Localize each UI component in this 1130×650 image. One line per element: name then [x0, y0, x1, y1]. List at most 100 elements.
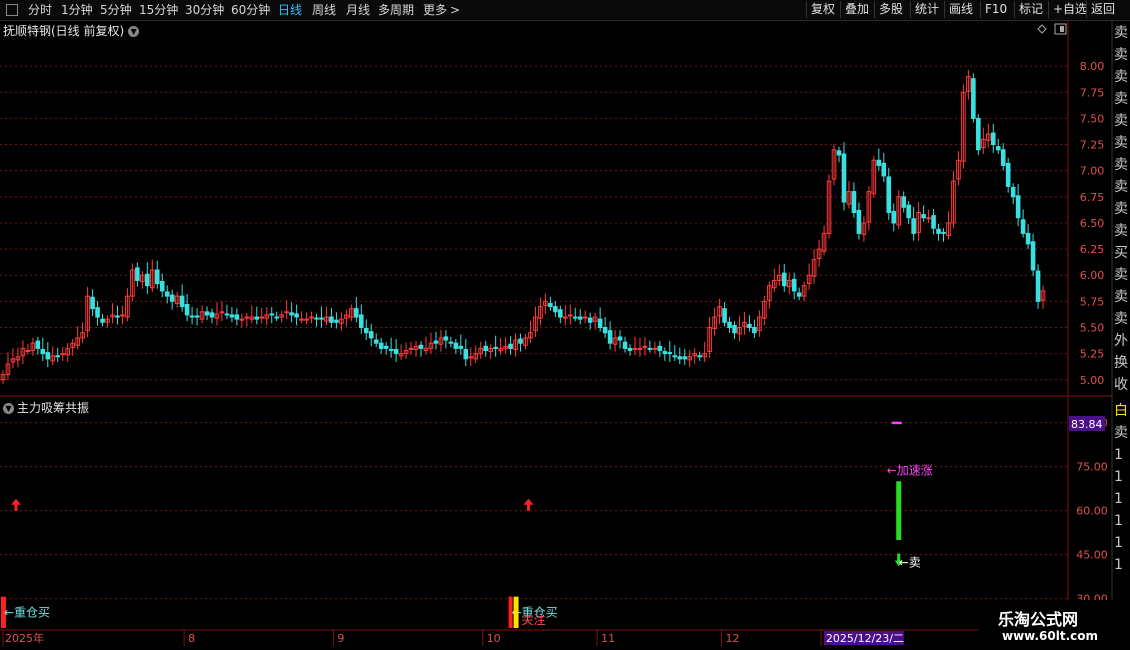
- candle-body: [354, 308, 359, 318]
- candle-body: [836, 150, 842, 156]
- candle-body: [682, 356, 688, 360]
- watch-label: 关注: [522, 612, 546, 627]
- candle-body: [314, 317, 319, 320]
- y-tick-label: 5.25: [1080, 348, 1105, 361]
- candle-body: [1005, 162, 1011, 187]
- candle-body: [95, 307, 100, 318]
- candle-body: [25, 350, 31, 352]
- candle-body: [881, 162, 887, 177]
- candle-body: [100, 318, 105, 323]
- candle-body: [448, 341, 454, 344]
- candle-body: [135, 267, 140, 281]
- candle-body: [876, 159, 882, 166]
- candle-body: [841, 153, 847, 203]
- candle-body: [90, 296, 95, 310]
- candle-body: [752, 327, 757, 334]
- candle-body: [159, 281, 165, 292]
- candle-body: [274, 316, 279, 319]
- candle-body: [672, 355, 678, 358]
- candle-body: [602, 327, 608, 334]
- candle-body: [373, 339, 379, 344]
- strip-indicator-char: 白: [1114, 403, 1128, 419]
- price-chart[interactable]: 8.00 7.75 7.50 7.25 7.00 6.75 6.50 6.25 6.00 5.75…: [0, 0, 1130, 650]
- candle-body: [941, 231, 946, 234]
- right-info-strip: 卖卖卖卖卖卖卖卖卖卖买卖卖卖外换收白卖111111: [1114, 22, 1130, 632]
- accel-label: ←加速涨: [887, 463, 933, 478]
- strip-char: 卖: [1114, 267, 1128, 283]
- candle-body: [886, 176, 892, 213]
- candle-body: [483, 345, 488, 351]
- x-tick-label: 11: [601, 632, 615, 645]
- candle-body: [209, 312, 215, 318]
- strip-char: 外: [1114, 333, 1128, 349]
- candle-body: [921, 214, 926, 219]
- watermark-logo: 乐淘公式网 www.60lt.com: [978, 600, 1130, 650]
- y-tick-label: 7.00: [1080, 165, 1105, 178]
- candle-body: [393, 348, 399, 355]
- strip-char: 卖: [1114, 289, 1128, 305]
- strip-char: 卖: [1114, 311, 1128, 327]
- candle-body: [299, 318, 304, 321]
- strip-char: 卖: [1114, 25, 1128, 41]
- candle-body: [463, 348, 469, 360]
- candle-body: [657, 345, 663, 351]
- candle-body: [632, 347, 638, 350]
- candle-body: [289, 312, 294, 316]
- strip-char: 卖: [1114, 113, 1128, 129]
- strip-char: 卖: [1114, 69, 1128, 85]
- candle-body: [204, 311, 210, 316]
- indicator-y-tick-label: 45.00: [1076, 549, 1108, 562]
- y-tick-label: 6.00: [1080, 269, 1105, 282]
- candle-body: [652, 347, 658, 350]
- candle-body: [224, 313, 230, 316]
- up-arrow-icon: [523, 498, 534, 511]
- candle-body: [697, 355, 702, 358]
- candle-body: [781, 272, 787, 287]
- candle-body: [408, 347, 414, 350]
- current-value-text: 83.84: [1071, 418, 1103, 431]
- watermark-url: www.60lt.com: [1002, 629, 1099, 643]
- candle-body: [548, 302, 553, 308]
- strip-indicator-char: 1: [1114, 491, 1123, 507]
- candle-body: [662, 351, 668, 355]
- x-tick-label: 12: [726, 632, 740, 645]
- y-tick-label: 6.25: [1080, 243, 1105, 256]
- candle-body: [647, 347, 653, 350]
- candle-body: [309, 316, 314, 319]
- candle-body: [493, 346, 498, 349]
- strip-char: 卖: [1114, 157, 1128, 173]
- candle-body: [732, 324, 737, 334]
- candle-body: [458, 345, 464, 349]
- candle-body: [856, 209, 862, 234]
- strip-indicator-char: 1: [1114, 447, 1123, 463]
- candle-body: [294, 313, 299, 318]
- x-tick-label: 8: [188, 632, 195, 645]
- candle-body: [189, 315, 195, 318]
- candle-body: [617, 336, 623, 341]
- candle-body: [378, 342, 384, 349]
- diamond-icon[interactable]: [1037, 24, 1047, 34]
- candle-body: [597, 318, 603, 328]
- candle-body: [368, 331, 374, 339]
- strip-char: 卖: [1114, 201, 1128, 217]
- candle-body: [35, 340, 41, 349]
- cursor-date-text: 2025/12/23/二: [826, 632, 904, 645]
- candle-body: [572, 316, 578, 319]
- candle-body: [1030, 241, 1036, 271]
- candle-body: [45, 352, 51, 360]
- candle-body: [234, 314, 240, 320]
- up-arrow-icon: [10, 498, 21, 511]
- x-tick-label: 2025年: [5, 631, 44, 645]
- candle-body: [1000, 149, 1006, 166]
- candle-body: [587, 317, 593, 323]
- candle-body: [1025, 232, 1031, 245]
- candle-body: [55, 355, 61, 358]
- buy-label: ←重仓买: [4, 606, 50, 620]
- candle-body: [1015, 195, 1021, 219]
- candle-body: [508, 343, 513, 349]
- candle-body: [627, 347, 633, 351]
- candle-body: [582, 316, 588, 319]
- strip-char: 卖: [1114, 91, 1128, 107]
- watch-bar: [513, 596, 519, 628]
- x-tick-label: 10: [487, 632, 501, 645]
